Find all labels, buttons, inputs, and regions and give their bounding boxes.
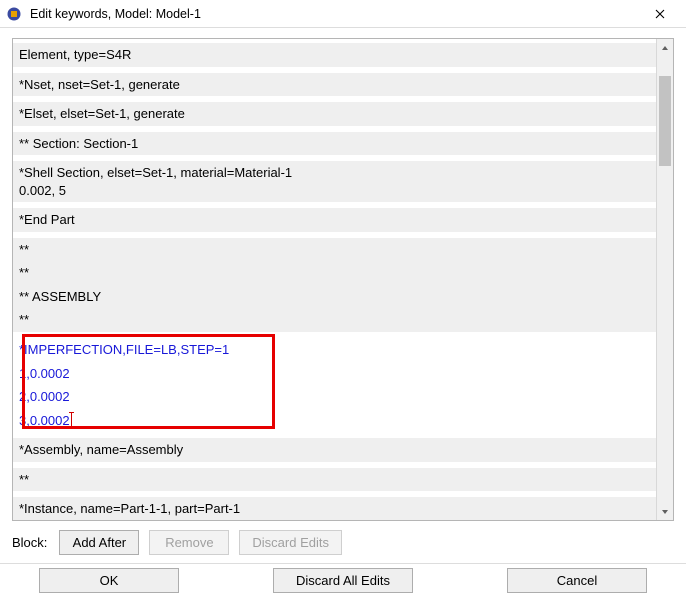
editor-line[interactable]: ** [13,308,673,332]
editor-line[interactable]: ** ASSEMBLY [13,285,673,309]
editor-line[interactable]: ** Section: Section-1 [13,132,673,156]
editor-line[interactable]: ** [13,468,673,492]
window-title: Edit keywords, Model: Model-1 [30,7,642,21]
close-button[interactable] [642,2,678,26]
editor-line[interactable]: Element, type=S4R [13,43,673,67]
discard-edits-button: Discard Edits [239,530,342,555]
editor-container: Element, type=S4R *Nset, nset=Set-1, gen… [12,38,674,521]
editor-edited-line[interactable]: *IMPERFECTION,FILE=LB,STEP=1 [13,338,673,362]
scroll-thumb[interactable] [659,76,671,166]
block-label: Block: [12,535,47,550]
editor-line[interactable]: ** [13,261,673,285]
scroll-track[interactable] [657,56,673,503]
editor-line[interactable]: *End Part [13,208,673,232]
editor-text: 3,0.0002 [19,413,70,428]
editor-edited-line[interactable]: 2,0.0002 [13,385,673,409]
editor-line[interactable]: *Assembly, name=Assembly [13,438,673,462]
remove-button: Remove [149,530,229,555]
titlebar: Edit keywords, Model: Model-1 [0,0,686,28]
scroll-down-arrow[interactable] [657,503,673,520]
scroll-up-arrow[interactable] [657,39,673,56]
editor-line[interactable]: *Instance, name=Part-1-1, part=Part-1 [13,497,673,520]
ok-button[interactable]: OK [39,568,179,593]
block-toolbar: Block: Add After Remove Discard Edits [0,521,686,563]
add-after-button[interactable]: Add After [59,530,139,555]
content-area: Element, type=S4R *Nset, nset=Set-1, gen… [0,28,686,521]
editor-edited-line[interactable]: 1,0.0002 [13,362,673,386]
vertical-scrollbar[interactable] [656,39,673,520]
editor-line[interactable]: *Nset, nset=Set-1, generate [13,73,673,97]
editor-line[interactable]: *Elset, elset=Set-1, generate [13,102,673,126]
cancel-button[interactable]: Cancel [507,568,647,593]
text-caret [71,413,72,427]
keyword-editor[interactable]: Element, type=S4R *Nset, nset=Set-1, gen… [13,39,673,520]
editor-line[interactable]: *Shell Section, elset=Set-1, material=Ma… [13,161,673,202]
dialog-footer: OK Discard All Edits Cancel [0,563,686,597]
discard-all-edits-button[interactable]: Discard All Edits [273,568,413,593]
app-icon [6,6,22,22]
editor-line[interactable]: ** [13,238,673,262]
editor-edited-line[interactable]: 3,0.0002 [13,409,673,433]
